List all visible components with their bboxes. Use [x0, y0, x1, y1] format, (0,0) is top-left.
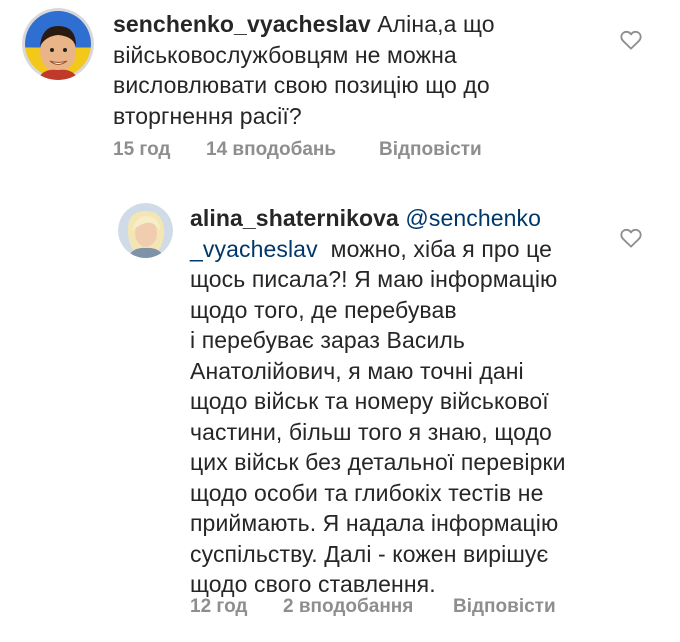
- comment-text-line: щодо того, де перебував: [190, 296, 457, 323]
- comment-username[interactable]: senchenko_vyacheslav: [113, 11, 371, 37]
- comment-text-line: щось писала?! Я маю інформацію: [190, 266, 558, 292]
- comment-text-line: Аліна,а що: [377, 11, 495, 37]
- comment-text-line: частини, більш того я знаю, щодо: [190, 418, 552, 445]
- like-button[interactable]: [620, 30, 642, 50]
- comment-likes[interactable]: 2 вподобання: [283, 596, 453, 618]
- comment-body: alina_shaternikova @senchenko _vyachesla…: [190, 203, 620, 600]
- reply-button[interactable]: Відповісти: [453, 596, 556, 618]
- avatar[interactable]: [118, 203, 173, 258]
- mention-link[interactable]: @senchenko: [405, 205, 541, 231]
- comment-text-line: щодо свого ставлення.: [190, 571, 436, 597]
- comment-body: senchenko_vyacheslav Аліна,а що військов…: [113, 9, 613, 131]
- heart-outline-icon: [620, 228, 642, 248]
- comment-text-line: цих військ без детальної перевірки: [190, 449, 566, 475]
- comment-username[interactable]: alina_shaternikova: [190, 205, 399, 231]
- comment-meta: 15 год 14 вподобань Відповісти: [113, 139, 482, 161]
- comment-text-line: і перебуває зараз Василь: [190, 327, 465, 353]
- user-avatar-icon: [22, 8, 94, 80]
- comment-text-line: щодо особи та глибокіх тестів не: [190, 479, 544, 506]
- comment-time: 12 год: [190, 596, 248, 617]
- comment-text-line: можно, хіба я про це: [330, 235, 553, 262]
- comment-text-line: військовослужбовцям не можна: [113, 41, 457, 68]
- comment-text-line: щодо військ та номеру військової: [190, 388, 549, 414]
- comment-text-line: суспільству. Далі - кожен вирішує: [190, 540, 549, 567]
- reply-button[interactable]: Відповісти: [379, 139, 482, 161]
- comment-text-line: приймають. Я надала інформацію: [190, 510, 559, 536]
- mention-link[interactable]: _vyacheslav: [190, 236, 318, 262]
- avatar[interactable]: [22, 8, 94, 80]
- heart-outline-icon: [620, 30, 642, 50]
- comment-time: 15 год: [113, 139, 171, 160]
- user-avatar-icon: [118, 203, 173, 258]
- like-button[interactable]: [620, 228, 642, 248]
- comment-text-line: вторгнення расії?: [113, 102, 302, 129]
- comment-text-line: Анатолійович, я маю точні дані: [190, 357, 524, 384]
- comment-likes[interactable]: 14 вподобань: [206, 139, 379, 161]
- comment-meta: 12 год 2 вподобання Відповісти: [190, 596, 556, 618]
- comment-text-line: висловлювати свою позицію що до: [113, 72, 490, 98]
